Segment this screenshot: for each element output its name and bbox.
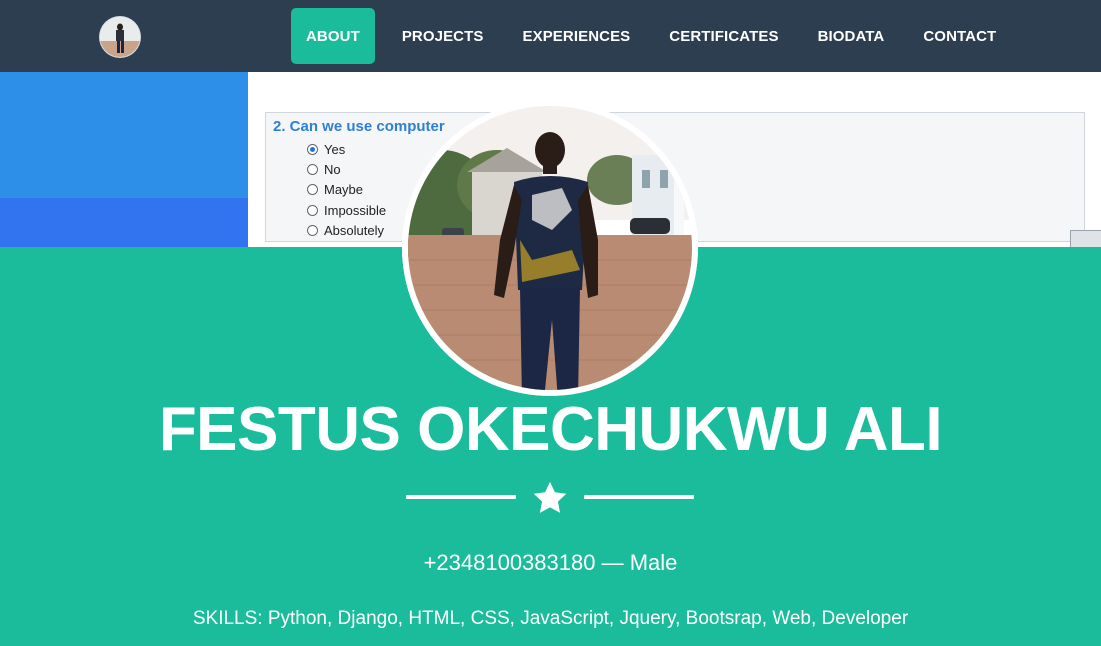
sidebar-block-lower: [0, 198, 248, 247]
quiz-option[interactable]: Maybe: [307, 182, 363, 197]
quiz-option-label: Maybe: [324, 182, 364, 197]
star-icon: [533, 481, 567, 513]
radio-icon[interactable]: [307, 184, 318, 195]
radio-icon[interactable]: [307, 164, 318, 175]
divider-line-right: [584, 495, 694, 499]
corner-widget: [1070, 230, 1101, 247]
avatar[interactable]: [100, 17, 140, 57]
quiz-option-label: Yes: [324, 142, 346, 157]
nav-item-about[interactable]: ABOUT: [291, 8, 375, 64]
nav-item-experiences[interactable]: EXPERIENCES: [503, 8, 646, 64]
profile-photo: [402, 100, 698, 396]
quiz-option[interactable]: Absolutely: [307, 223, 384, 238]
skills-list: Python, Django, HTML, CSS, JavaScript, J…: [267, 608, 909, 629]
star-divider: [0, 478, 1101, 518]
quiz-option[interactable]: Impossible: [307, 203, 386, 218]
quiz-option-label: Absolutely: [324, 223, 384, 238]
contact-line: +2348100383180 — Male: [0, 550, 1101, 576]
quiz-option[interactable]: No: [307, 162, 341, 177]
nav-item-contact[interactable]: CONTACT: [904, 8, 1012, 64]
quiz-option-label: No: [324, 162, 341, 177]
phone-number: +2348100383180: [423, 550, 596, 575]
profile-photo-image: [402, 100, 698, 396]
quiz-question: 2. Can we use computer: [273, 118, 445, 135]
skills-label: SKILLS:: [192, 608, 263, 629]
profile-name: FESTUS OKECHUKWU ALI: [158, 395, 943, 464]
navbar: ABOUT PROJECTS EXPERIENCES CERTIFICATES …: [0, 0, 1101, 72]
divider-line-left: [406, 495, 516, 499]
quiz-option[interactable]: Yes: [307, 142, 345, 157]
quiz-option-label: Impossible: [324, 203, 387, 218]
radio-icon[interactable]: [307, 205, 318, 216]
nav-item-biodata[interactable]: BIODATA: [799, 8, 901, 64]
nav-item-projects[interactable]: PROJECTS: [383, 8, 500, 64]
radio-icon[interactable]: [307, 225, 318, 236]
gender: Male: [629, 550, 678, 575]
sidebar-block: [0, 72, 248, 198]
avatar-photo: [100, 17, 140, 57]
radio-checked-icon[interactable]: [307, 144, 318, 155]
separator: —: [601, 550, 624, 575]
nav-item-certificates[interactable]: CERTIFICATES: [650, 8, 794, 64]
skills-line: SKILLS: Python, Django, HTML, CSS, JavaS…: [0, 608, 1101, 630]
